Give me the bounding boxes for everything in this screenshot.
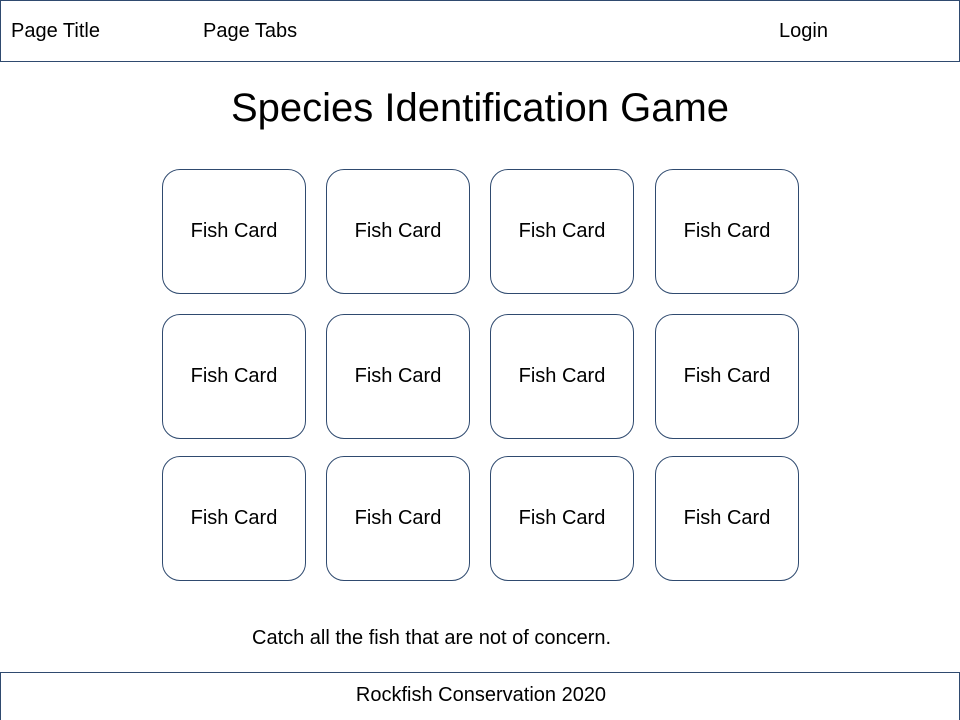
page-tabs[interactable]: Page Tabs	[203, 19, 297, 43]
fish-card[interactable]: Fish Card	[490, 456, 634, 581]
fish-card[interactable]: Fish Card	[162, 314, 306, 439]
fish-card[interactable]: Fish Card	[490, 314, 634, 439]
game-instructions: Catch all the fish that are not of conce…	[252, 627, 612, 649]
fish-card[interactable]: Fish Card	[326, 314, 470, 439]
fish-card[interactable]: Fish Card	[326, 456, 470, 581]
login-link[interactable]: Login	[779, 19, 828, 43]
fish-card[interactable]: Fish Card	[655, 169, 799, 294]
header-bar: Page Title Page Tabs Login	[0, 0, 960, 62]
fish-card[interactable]: Fish Card	[326, 169, 470, 294]
footer-text: Rockfish Conservation 2020	[355, 684, 607, 706]
fish-card[interactable]: Fish Card	[490, 169, 634, 294]
page-title: Page Title	[11, 20, 100, 42]
fish-card[interactable]: Fish Card	[162, 456, 306, 581]
game-title: Species Identification Game	[230, 86, 730, 130]
footer-bar: Rockfish Conservation 2020	[0, 672, 960, 720]
fish-card[interactable]: Fish Card	[655, 314, 799, 439]
fish-card[interactable]: Fish Card	[655, 456, 799, 581]
fish-card[interactable]: Fish Card	[162, 169, 306, 294]
